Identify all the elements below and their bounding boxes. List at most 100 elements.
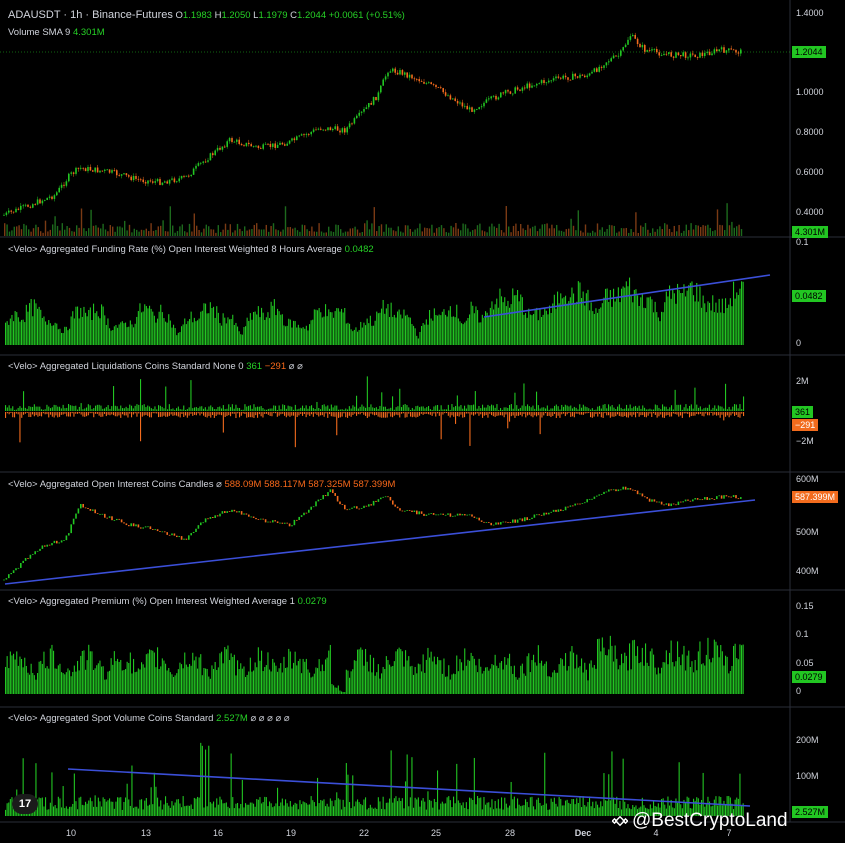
price-y-tick: 0.8000	[796, 127, 824, 137]
spot-volume-bar	[253, 803, 255, 816]
volume-bar	[625, 227, 627, 236]
funding-bar	[17, 317, 19, 345]
liquidation-short-bar	[545, 412, 547, 414]
premium-bar	[342, 692, 344, 694]
liquidations-long-value: 361	[246, 361, 263, 372]
premium-bar	[104, 679, 106, 694]
premium-y-tick: 0.15	[796, 601, 814, 611]
liquidation-short-bar	[66, 412, 68, 417]
symbol-label[interactable]: ADAUSDT · 1h · Binance-Futures	[8, 9, 173, 21]
premium-bar	[229, 659, 231, 694]
premium-bar	[656, 674, 658, 694]
funding-rate-legend[interactable]: <Velo> Aggregated Funding Rate (%) Open …	[8, 244, 374, 255]
liquidation-long-bar	[143, 404, 145, 411]
liquidation-short-bar	[476, 412, 478, 414]
liquidation-short-bar	[539, 412, 541, 435]
spot-volume-bar	[558, 797, 560, 816]
premium-bar	[293, 662, 295, 694]
volume-bar	[150, 223, 152, 236]
premium-bar	[131, 673, 133, 694]
liquidation-long-bar	[271, 408, 273, 411]
spot-volume-bar	[497, 799, 499, 816]
spot-volume-bar	[459, 802, 461, 816]
oi-candle	[317, 499, 320, 502]
premium-bar	[662, 662, 664, 694]
spot-volume-bar	[389, 798, 391, 816]
liquidation-short-bar	[114, 412, 116, 417]
liquidation-long-bar	[467, 404, 469, 411]
oi-candle	[293, 519, 296, 526]
spot-volume-legend[interactable]: <Velo> Aggregated Spot Volume Coins Stan…	[8, 713, 290, 724]
oi-candle	[528, 519, 531, 521]
volume-bar	[301, 224, 303, 236]
volume-indicator-legend[interactable]: Volume SMA 9 4.301M	[8, 27, 105, 38]
symbol-header[interactable]: ADAUSDT · 1h · Binance-Futures O1.1983 H…	[8, 9, 405, 21]
open-interest-legend[interactable]: <Velo> Aggregated Open Interest Coins Ca…	[8, 479, 395, 490]
spot-volume-bar	[478, 798, 480, 816]
liquidation-long-bar	[48, 406, 50, 411]
price-candle	[543, 80, 545, 83]
funding-bar	[91, 319, 93, 345]
funding-bar	[499, 288, 501, 345]
price-candle	[56, 192, 58, 196]
oi-candle	[106, 517, 108, 519]
premium-bar	[737, 659, 739, 694]
liquidation-long-bar	[492, 405, 494, 411]
spot-volume-bar	[53, 806, 55, 816]
price-candle	[185, 175, 188, 177]
volume-bar	[414, 229, 416, 236]
funding-bar	[419, 331, 421, 345]
spot-volume-bar	[342, 799, 344, 816]
tradingview-logo[interactable]: 17	[12, 794, 38, 814]
liquidation-long-bar	[314, 408, 316, 411]
liquidation-short-bar	[37, 412, 39, 417]
price-candle	[564, 75, 567, 78]
liquidation-short-bar	[435, 412, 437, 417]
price-candle	[497, 97, 500, 100]
volume-bar	[116, 226, 119, 236]
spot-volume-bar	[184, 806, 186, 816]
liquidation-long-bar	[138, 404, 140, 411]
liquidations-legend[interactable]: <Velo> Aggregated Liquidations Coins Sta…	[8, 361, 303, 372]
liquidation-short-bar	[624, 412, 626, 417]
premium-bar	[105, 679, 107, 694]
premium-bar	[24, 657, 26, 694]
price-candle	[689, 53, 692, 58]
oi-candle	[567, 506, 569, 508]
liquidation-short-bar	[575, 412, 577, 414]
volume-bar	[642, 226, 644, 236]
premium-bar	[643, 665, 645, 694]
oi-candle	[75, 513, 77, 519]
premium-bar	[605, 655, 607, 694]
volume-bar	[349, 228, 351, 236]
premium-bar	[360, 647, 362, 694]
funding-bar	[94, 313, 96, 345]
premium-bar	[69, 670, 71, 694]
oi-candle	[572, 505, 574, 507]
liquidation-long-bar	[408, 407, 410, 411]
funding-bar	[529, 314, 531, 345]
spot-volume-bar	[259, 797, 261, 816]
funding-bar	[449, 306, 451, 345]
liquidation-long-bar	[273, 405, 275, 411]
liquidation-short-bar	[451, 412, 453, 416]
liquidation-short-bar	[78, 412, 80, 414]
volume-bar	[733, 227, 735, 236]
price-candle	[555, 76, 557, 79]
liquidation-short-bar	[473, 412, 475, 416]
premium-bar	[611, 645, 613, 694]
price-candle	[250, 144, 252, 147]
visibility-icon[interactable]: ⌀ ⌀	[289, 361, 303, 372]
price-candle	[382, 79, 384, 86]
premium-legend[interactable]: <Velo> Aggregated Premium (%) Open Inter…	[8, 596, 327, 607]
oi-candle	[94, 509, 96, 514]
funding-bar	[633, 289, 635, 345]
oi-candle	[569, 505, 572, 507]
price-candle	[411, 74, 413, 79]
visibility-icon[interactable]: ⌀ ⌀ ⌀ ⌀ ⌀	[250, 713, 289, 724]
liquidation-short-bar	[28, 412, 30, 417]
liquidation-long-bar	[42, 409, 44, 411]
liquidation-long-bar	[197, 408, 199, 411]
premium-bar	[437, 656, 439, 694]
visibility-icon[interactable]: ⌀	[216, 479, 222, 490]
